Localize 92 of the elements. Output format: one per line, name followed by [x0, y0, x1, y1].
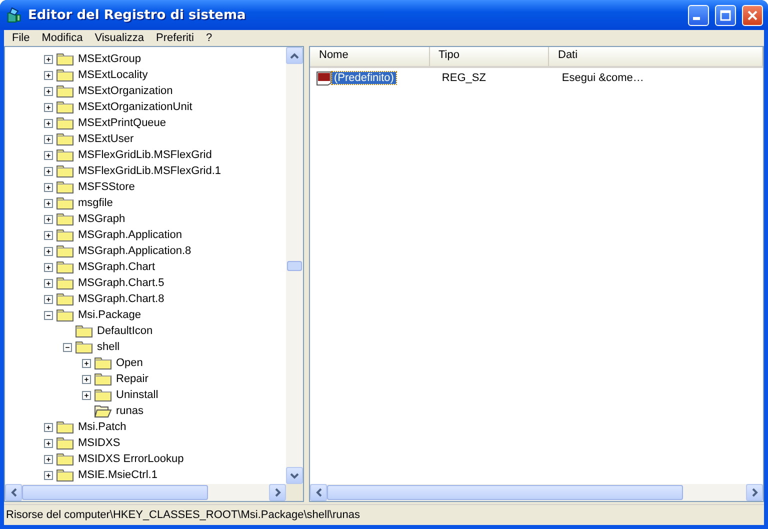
expand-icon[interactable] — [44, 246, 53, 256]
tree-item[interactable]: DefaultIcon — [95, 325, 155, 337]
expand-icon[interactable] — [82, 374, 91, 384]
chevron-right-icon — [752, 488, 758, 497]
minimize-button[interactable] — [688, 4, 709, 26]
tree-item[interactable]: Repair — [114, 373, 150, 385]
tree-item[interactable]: MSFlexGridLib.MSFlexGrid — [76, 149, 214, 161]
scroll-thumb[interactable] — [287, 260, 302, 270]
tree-item[interactable]: MSGraph.Chart.5 — [76, 277, 166, 289]
maximize-icon — [720, 10, 731, 20]
vertical-scrollbar[interactable] — [286, 47, 303, 484]
chevron-right-icon — [274, 488, 280, 497]
tree-item[interactable]: MSFSStore — [76, 181, 137, 193]
expand-icon[interactable] — [44, 182, 53, 192]
tree-item[interactable]: Uninstall — [114, 389, 160, 401]
column-header[interactable]: Nome — [310, 47, 430, 66]
tree-item[interactable]: MSGraph.Application.8 — [76, 245, 194, 257]
value-data: Esegui &come… — [560, 72, 645, 84]
close-icon — [747, 10, 758, 20]
menu-item[interactable]: Modifica — [36, 32, 89, 44]
minimize-icon — [693, 17, 700, 20]
expand-icon[interactable] — [44, 102, 53, 112]
tree-item[interactable]: MSExtOrganizationUnit — [76, 101, 194, 113]
expand-icon[interactable] — [44, 70, 53, 80]
scrollbar-corner — [286, 484, 303, 501]
chevron-left-icon — [316, 488, 322, 497]
expand-icon[interactable] — [44, 438, 53, 448]
expand-icon[interactable] — [44, 230, 53, 240]
collapse-icon[interactable] — [63, 342, 72, 352]
expand-icon[interactable] — [44, 86, 53, 96]
status-text: Risorse del computer\HKEY_CLASSES_ROOT\Msi.Package\shell\runas — [6, 509, 360, 521]
expand-icon[interactable] — [44, 470, 53, 480]
tree-item[interactable]: MSGraph.Chart — [76, 261, 158, 273]
expand-icon[interactable] — [44, 166, 53, 176]
scroll-left-button[interactable] — [5, 484, 22, 501]
chevron-up-icon — [290, 52, 299, 58]
expand-icon[interactable] — [44, 134, 53, 144]
registry-icon — [6, 7, 22, 23]
collapse-icon[interactable] — [44, 310, 53, 320]
chevron-left-icon — [10, 488, 16, 497]
expand-icon[interactable] — [82, 390, 91, 400]
expand-icon[interactable] — [44, 214, 53, 224]
expand-icon[interactable] — [44, 278, 53, 288]
tree-item[interactable]: MSFlexGridLib.MSFlexGrid.1 — [76, 165, 224, 177]
tree-item[interactable]: MSGraph.Chart.8 — [76, 293, 166, 305]
expand-icon[interactable] — [44, 454, 53, 464]
tree-item[interactable]: MSIE.MsieCtrl.1 — [76, 469, 160, 481]
tree-item[interactable]: MSGraph.Application — [76, 229, 184, 241]
tree-item[interactable]: shell — [95, 341, 122, 353]
expand-icon[interactable] — [44, 294, 53, 304]
scroll-right-button[interactable] — [746, 484, 763, 501]
value-name[interactable]: (Predefinito) — [332, 72, 396, 84]
tree-item[interactable]: Open — [114, 357, 145, 369]
column-header[interactable]: Tipo — [430, 47, 549, 66]
tree-item[interactable]: MSIDXS — [76, 437, 122, 449]
tree-item[interactable]: MSExtPrintQueue — [76, 117, 168, 129]
tree-item[interactable]: MSGraph — [76, 213, 128, 225]
scroll-thumb[interactable] — [22, 485, 208, 500]
scroll-down-button[interactable] — [286, 467, 303, 484]
scroll-right-button[interactable] — [269, 484, 286, 501]
tree-item[interactable]: Msi.Patch — [76, 421, 128, 433]
menu-item[interactable]: Visualizza — [88, 32, 150, 44]
column-header[interactable]: Dati — [549, 47, 763, 66]
tree-item[interactable]: MSExtLocality — [76, 69, 150, 81]
tree-item[interactable]: msgfile — [76, 197, 115, 209]
maximize-button[interactable] — [715, 4, 736, 26]
menu-item[interactable]: File — [6, 32, 36, 44]
tree-item[interactable]: Msi.Package — [76, 309, 143, 321]
horizontal-scrollbar[interactable] — [5, 484, 286, 501]
scroll-up-button[interactable] — [286, 47, 303, 64]
tree-item[interactable]: runas — [114, 405, 146, 417]
menu-item[interactable]: ? — [200, 32, 218, 44]
menu-item[interactable]: Preferiti — [150, 32, 200, 44]
scroll-thumb[interactable] — [327, 485, 684, 500]
expand-icon[interactable] — [44, 198, 53, 208]
expand-icon[interactable] — [82, 358, 91, 368]
tree-item[interactable]: MSExtOrganization — [76, 85, 175, 97]
close-button[interactable] — [742, 4, 763, 26]
expand-icon[interactable] — [44, 118, 53, 128]
chevron-down-icon — [290, 472, 299, 478]
window-title: Editor del Registro di sistema — [28, 8, 247, 22]
string-value-icon — [316, 70, 332, 86]
expand-icon[interactable] — [44, 422, 53, 432]
expand-icon[interactable] — [44, 262, 53, 272]
tree-item[interactable]: MSIDXS ErrorLookup — [76, 453, 186, 465]
tree-item[interactable]: MSExtUser — [76, 133, 136, 145]
value-type: REG_SZ — [440, 72, 487, 84]
horizontal-scrollbar[interactable] — [310, 484, 763, 501]
expand-icon[interactable] — [44, 150, 53, 160]
expand-icon[interactable] — [44, 54, 53, 64]
scroll-left-button[interactable] — [310, 484, 327, 501]
tree-item[interactable]: MSExtGroup — [76, 53, 143, 65]
